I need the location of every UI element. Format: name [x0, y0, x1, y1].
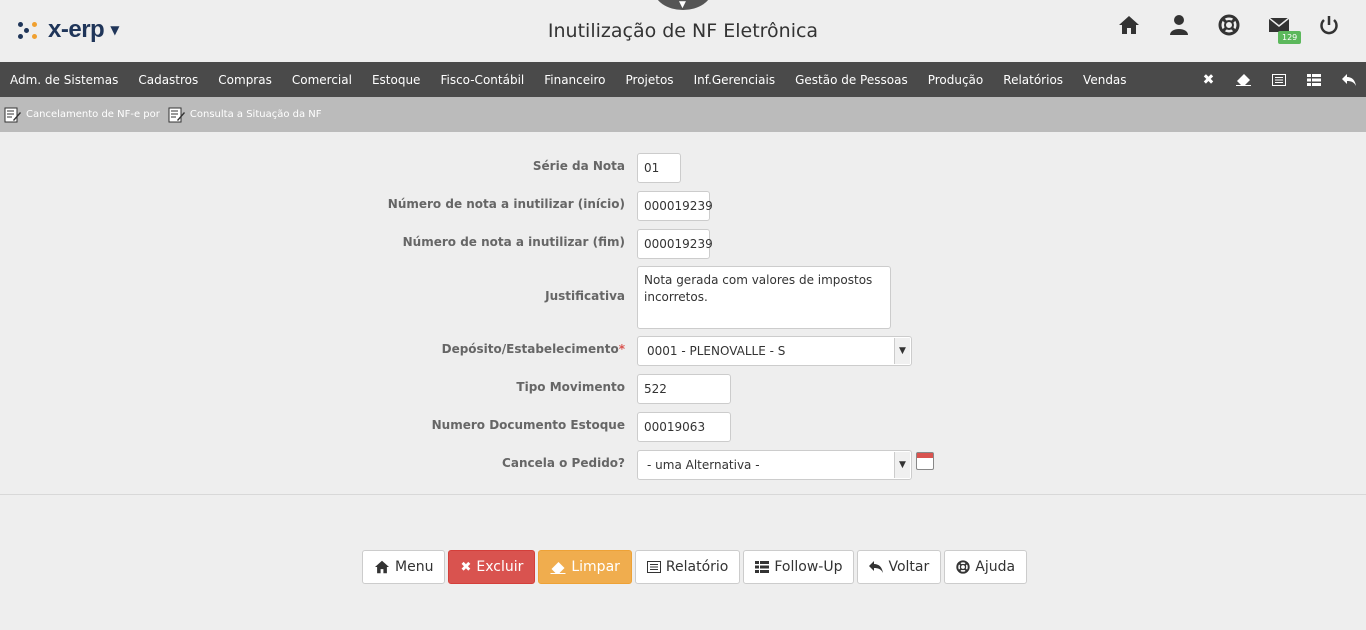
menu-item-estoque[interactable]: Estoque	[362, 73, 431, 87]
serie-input[interactable]: 01	[637, 153, 681, 183]
subbar-link-consulta[interactable]: Consulta a Situação da NF	[168, 107, 322, 123]
followup-button-label: Follow-Up	[774, 559, 843, 575]
deposito-label: Depósito/Estabelecimento*	[442, 342, 625, 356]
table-icon	[755, 561, 770, 573]
voltar-button-label: Voltar	[888, 559, 930, 575]
menu-item-adm[interactable]: Adm. de Sistemas	[0, 73, 128, 87]
cancela-label: Cancela o Pedido?	[502, 456, 625, 470]
report-icon	[646, 561, 661, 573]
main-menu: Adm. de Sistemas Cadastros Compras Comer…	[0, 62, 1366, 97]
menu-actions: ✖	[1191, 62, 1366, 97]
numdoc-label: Numero Documento Estoque	[431, 418, 625, 432]
report-icon[interactable]	[1261, 62, 1296, 97]
form-divider	[0, 494, 1366, 495]
menu-item-cadastros[interactable]: Cadastros	[128, 73, 208, 87]
tipo-label: Tipo Movimento	[516, 380, 625, 394]
deposito-select[interactable]: 0001 - PLENOVALLE - S ▼	[637, 336, 912, 366]
subbar-link-cancelamento[interactable]: Cancelamento de NF-e por	[4, 107, 160, 123]
app-header: x-erp ▼ ▼ Inutilização de NF Eletrônica …	[0, 0, 1366, 56]
lifebuoy-icon	[956, 560, 970, 574]
menu-item-producao[interactable]: Produção	[918, 73, 994, 87]
edit-document-icon	[168, 107, 185, 122]
mail-count-badge: 129	[1278, 31, 1302, 44]
back-icon[interactable]	[1331, 62, 1366, 97]
tipo-input[interactable]: 522	[637, 374, 731, 404]
menu-item-fisco[interactable]: Fisco-Contábil	[430, 73, 534, 87]
fim-label: Número de nota a inutilizar (fim)	[402, 235, 625, 249]
subbar-link-label: Cancelamento de NF-e por	[26, 109, 160, 120]
eraser-icon[interactable]	[1226, 62, 1261, 97]
deposito-selected-value: 0001 - PLENOVALLE - S	[647, 344, 786, 358]
action-buttons: Menu ✖ Excluir Limpar Relatório Follow-U…	[362, 550, 1028, 584]
inicio-input[interactable]: 000019239	[637, 191, 713, 221]
menu-item-comercial[interactable]: Comercial	[282, 73, 362, 87]
justificativa-label: Justificativa	[545, 289, 625, 303]
serie-label: Série da Nota	[532, 159, 625, 173]
ajuda-button-label: Ajuda	[975, 559, 1016, 575]
calendar-icon[interactable]	[916, 452, 934, 470]
power-icon[interactable]	[1318, 14, 1340, 36]
cancela-select[interactable]: - uma Alternativa - ▼	[637, 450, 912, 480]
inicio-label: Número de nota a inutilizar (início)	[387, 197, 625, 211]
relatorio-button-label: Relatório	[665, 559, 729, 575]
home-icon[interactable]	[1118, 14, 1140, 36]
menu-button[interactable]: Menu	[362, 550, 446, 584]
chevron-down-icon: ▼	[679, 0, 686, 10]
menu-item-projetos[interactable]: Projetos	[616, 73, 684, 87]
subbar-link-label: Consulta a Situação da NF	[189, 109, 322, 120]
cancela-selected-value: - uma Alternativa -	[647, 458, 760, 472]
menu-item-vendas[interactable]: Vendas	[1073, 73, 1137, 87]
header-icons: 129	[1118, 14, 1340, 44]
required-asterisk: *	[618, 342, 625, 356]
close-icon: ✖	[460, 559, 472, 575]
edit-document-icon	[4, 107, 21, 122]
relatorio-button[interactable]: Relatório	[634, 550, 741, 584]
home-icon	[375, 560, 389, 574]
excluir-button-label: Excluir	[476, 559, 524, 575]
chevron-down-icon: ▼	[894, 452, 910, 478]
limpar-button[interactable]: Limpar	[538, 550, 632, 584]
excluir-button[interactable]: ✖ Excluir	[448, 550, 536, 584]
justificativa-textarea[interactable]: Nota gerada com valores de impostos inco…	[637, 266, 891, 329]
followup-button[interactable]: Follow-Up	[743, 550, 855, 584]
ajuda-button[interactable]: Ajuda	[944, 550, 1028, 584]
table-icon[interactable]	[1296, 62, 1331, 97]
limpar-button-label: Limpar	[571, 559, 620, 575]
menu-button-label: Menu	[395, 559, 434, 575]
numdoc-input[interactable]: 00019063	[637, 412, 731, 442]
lifebuoy-icon[interactable]	[1218, 14, 1240, 36]
menu-item-inf-gerenciais[interactable]: Inf.Gerenciais	[684, 73, 786, 87]
envelope-icon[interactable]: 129	[1268, 14, 1302, 44]
eraser-icon	[550, 561, 566, 574]
menu-item-gestao-pessoas[interactable]: Gestão de Pessoas	[785, 73, 918, 87]
collapse-tab[interactable]: ▼	[654, 0, 712, 10]
menu-item-relatorios[interactable]: Relatórios	[993, 73, 1073, 87]
voltar-button[interactable]: Voltar	[857, 550, 942, 584]
menu-item-financeiro[interactable]: Financeiro	[534, 73, 615, 87]
deposito-label-text: Depósito/Estabelecimento	[441, 342, 619, 356]
user-icon[interactable]	[1168, 14, 1190, 36]
menu-item-compras[interactable]: Compras	[208, 73, 282, 87]
close-icon[interactable]: ✖	[1191, 62, 1226, 97]
sub-toolbar: Cancelamento de NF-e por Consulta a Situ…	[0, 97, 1366, 132]
fim-input[interactable]: 000019239	[637, 229, 713, 259]
chevron-down-icon: ▼	[894, 338, 910, 364]
back-icon	[869, 561, 884, 573]
